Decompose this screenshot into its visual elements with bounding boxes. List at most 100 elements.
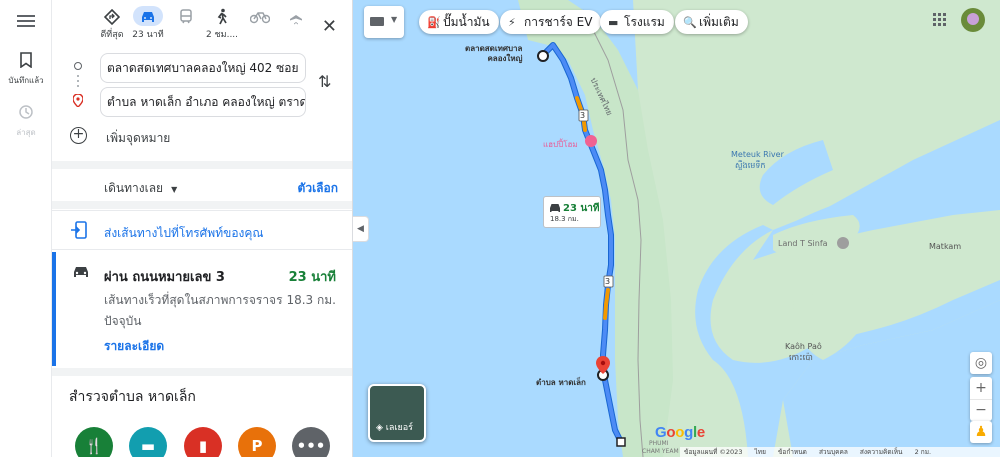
road-number-label: 3 bbox=[580, 111, 586, 120]
layers-label: ◈ เลเยอร์ bbox=[376, 423, 413, 433]
chip-ev[interactable]: ⚡ การชาร์จ EV bbox=[500, 10, 602, 34]
depart-label: เดินทางเลย bbox=[104, 181, 164, 195]
car-icon bbox=[133, 6, 163, 26]
happy-home-label: แฮปปี้โฮม bbox=[543, 140, 578, 149]
google-logo: Google bbox=[655, 424, 705, 441]
caret-down-icon: ▼ bbox=[171, 185, 178, 194]
options-button[interactable]: ตัวเลือก bbox=[298, 179, 338, 198]
recent-label: ล่าสุด bbox=[16, 128, 36, 137]
mode-car-label: 23 นาที bbox=[132, 30, 164, 40]
origin-marker[interactable] bbox=[537, 50, 549, 62]
my-location-button[interactable]: ◎ bbox=[970, 352, 992, 374]
travel-modes: ดีที่สุด 23 นาที 2 ชม.... ✕ bbox=[52, 6, 352, 46]
zoom-out-button[interactable]: − bbox=[970, 399, 992, 421]
chip-more-label: เพิ่มเติม bbox=[699, 15, 739, 29]
history-icon bbox=[19, 105, 33, 119]
category-more[interactable]: ••• bbox=[292, 427, 330, 457]
my-location-icon: ◎ bbox=[974, 355, 988, 371]
layers-button[interactable]: ◈ เลเยอร์ bbox=[368, 384, 426, 442]
kaoh-pao-label-km: កោះប៉ោ bbox=[789, 353, 813, 362]
send-to-phone-label: ส่งเส้นทางไปที่โทรศัพท์ของคุณ bbox=[104, 226, 264, 240]
send-to-phone-icon bbox=[71, 221, 87, 239]
close-directions-button[interactable]: ✕ bbox=[322, 16, 337, 37]
saved-button[interactable]: บันทึกแล้ว bbox=[0, 52, 52, 87]
car-icon bbox=[74, 267, 88, 277]
best-route-icon bbox=[97, 6, 127, 26]
chip-hotel[interactable]: ▬ โรงแรม bbox=[600, 10, 674, 34]
flight-icon bbox=[281, 6, 311, 26]
chip-gas[interactable]: ⛽ ปั๊มน้ำมัน bbox=[419, 10, 499, 34]
route-via: ผ่าน ถนนหมายเลข 3 bbox=[104, 270, 225, 285]
route-end-marker bbox=[616, 437, 626, 447]
route-details-link[interactable]: รายละเอียด bbox=[104, 337, 164, 356]
close-icon: ✕ bbox=[321, 16, 337, 37]
hotel-icon: ▬ bbox=[140, 437, 156, 455]
route-callout[interactable]: 23 นาที 18.3 กม. bbox=[543, 196, 601, 228]
bike-icon bbox=[245, 6, 275, 26]
add-destination-button[interactable]: + เพิ่มจุดหมาย bbox=[70, 127, 340, 147]
saved-label: บันทึกแล้ว bbox=[8, 76, 44, 85]
terms-link[interactable]: ข้อกำหนด bbox=[778, 448, 807, 456]
send-to-phone[interactable]: ส่งเส้นทางไปที่โทรศัพท์ของคุณ bbox=[52, 210, 352, 250]
more-icon: ••• bbox=[296, 437, 326, 455]
parking-icon: P bbox=[251, 437, 263, 455]
avatar[interactable] bbox=[961, 8, 985, 32]
transit-icon bbox=[171, 6, 201, 26]
chevron-left-icon: ◀ bbox=[357, 224, 364, 234]
map-canvas bbox=[518, 0, 1000, 457]
chip-hotel-label: โรงแรม bbox=[624, 15, 665, 29]
map[interactable]: ตลาดสดเทศบาล คลองใหญ่ ตำบล หาดเล็ก ประเท… bbox=[353, 0, 1000, 457]
mode-car[interactable]: 23 นาที bbox=[128, 6, 168, 41]
mode-transit[interactable] bbox=[166, 6, 206, 26]
route-option[interactable]: ผ่าน ถนนหมายเลข 3 23 นาที เส้นทางเร็วที่… bbox=[52, 252, 352, 366]
road-number-label: 3 bbox=[605, 277, 611, 286]
category-gas[interactable]: ▮ bbox=[184, 427, 222, 457]
swap-icon[interactable]: ⇅ bbox=[318, 72, 331, 91]
directions-panel: ดีที่สุด 23 นาที 2 ชม.... ✕ ตลาดสดเทศบาล… bbox=[52, 0, 353, 457]
restaurant-icon: 🍴 bbox=[84, 437, 104, 455]
recent-button[interactable]: ล่าสุด bbox=[0, 104, 52, 139]
menu-icon[interactable] bbox=[16, 12, 36, 32]
destination-pin-icon bbox=[73, 94, 83, 107]
destination-input[interactable]: ตำบล หาดเล็ก อำเภอ คลองใหญ่ ตราด bbox=[100, 87, 306, 117]
mode-flight[interactable] bbox=[276, 6, 316, 26]
mode-best-label: ดีที่สุด bbox=[100, 30, 124, 40]
divider bbox=[52, 368, 352, 376]
lodging-poi-marker[interactable] bbox=[585, 135, 597, 147]
kaoh-pao-label: Kaôh Paô bbox=[785, 342, 822, 351]
zoom-in-button[interactable]: + bbox=[970, 377, 992, 399]
route-distance: 18.3 กม. bbox=[286, 293, 336, 307]
mode-bike[interactable] bbox=[240, 6, 280, 26]
category-restaurants[interactable]: 🍴 bbox=[75, 427, 113, 457]
origin-input[interactable]: ตลาดสดเทศบาลคลองใหญ่ 402 ซอย bbox=[100, 53, 306, 83]
mode-walk[interactable]: 2 ชม.... bbox=[202, 6, 242, 41]
divider bbox=[52, 201, 352, 209]
collapse-panel-button[interactable]: ◀ bbox=[353, 216, 369, 242]
origin-map-label: ตลาดสดเทศบาล คลองใหญ่ bbox=[465, 44, 523, 63]
walk-icon bbox=[207, 6, 237, 26]
chip-more[interactable]: 🔍 เพิ่มเติม bbox=[675, 10, 748, 34]
bookmark-icon bbox=[20, 52, 32, 69]
feedback-link[interactable]: ส่งความคิดเห็น bbox=[860, 448, 903, 456]
category-parking[interactable]: P bbox=[238, 427, 276, 457]
mode-walk-label: 2 ชม.... bbox=[205, 30, 239, 40]
plus-icon: + bbox=[70, 127, 87, 144]
chip-ev-label: การชาร์จ EV bbox=[524, 15, 593, 29]
language-link[interactable]: ไทย bbox=[755, 448, 766, 456]
pegman-icon: ♟ bbox=[974, 424, 988, 440]
privacy-link[interactable]: ส่วนบุคคล bbox=[819, 448, 848, 456]
category-hotels[interactable]: ▬ bbox=[129, 427, 167, 457]
depart-now-dropdown[interactable]: เดินทางเลย ▼ bbox=[104, 179, 177, 198]
apps-grid-icon[interactable] bbox=[933, 13, 947, 27]
meteuk-river-label: Meteuk River bbox=[731, 150, 784, 159]
scale-label: 2 กม. bbox=[914, 448, 932, 456]
place-poi-marker[interactable] bbox=[837, 237, 849, 249]
ev-charging-icon: ⚡ bbox=[508, 16, 516, 29]
phumi-label: PHUMI bbox=[649, 440, 669, 447]
mode-best[interactable]: ดีที่สุด bbox=[92, 6, 132, 41]
keyboard-input-button[interactable]: ▼ bbox=[364, 6, 404, 38]
gas-station-icon: ⛽ bbox=[427, 16, 441, 29]
meteuk-river-label-km: ស្ទឹងមេទឹក bbox=[735, 161, 766, 170]
pegman-button[interactable]: ♟ bbox=[970, 421, 992, 443]
callout-distance: 18.3 กม. bbox=[550, 215, 579, 223]
